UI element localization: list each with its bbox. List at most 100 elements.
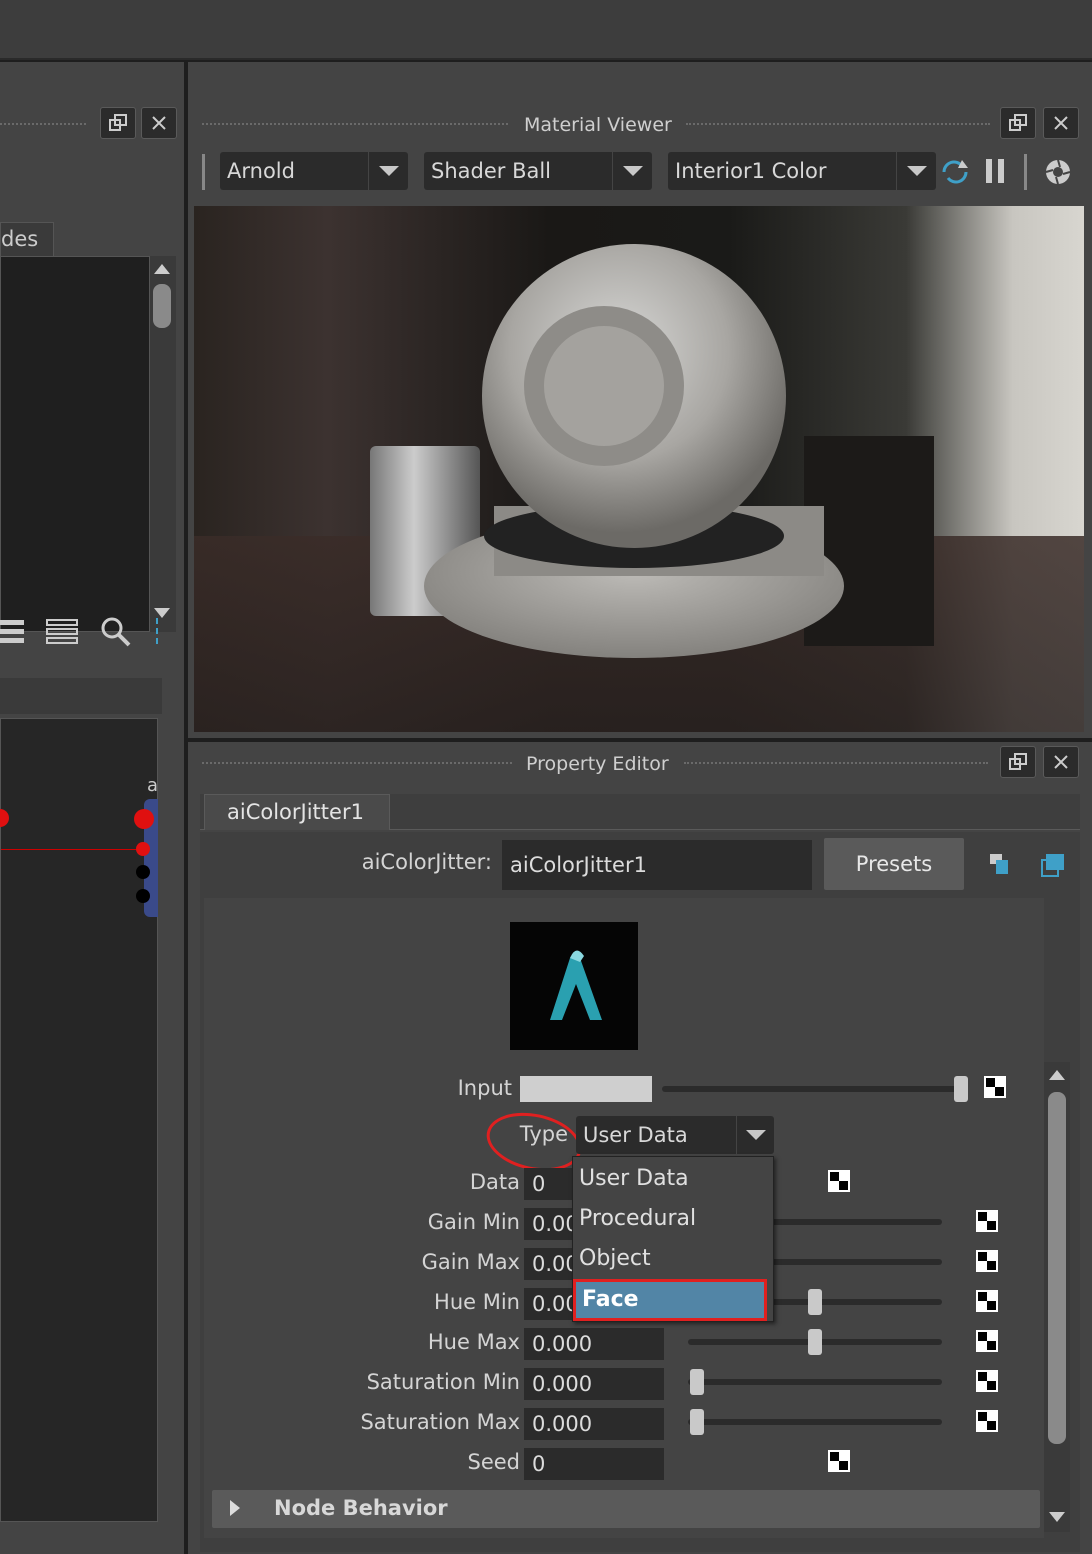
renderer-dropdown[interactable]: Arnold xyxy=(220,152,408,190)
node-behavior-section[interactable]: Node Behavior xyxy=(212,1490,1040,1528)
saturation-min-knob[interactable] xyxy=(690,1369,704,1395)
menu-item-procedural[interactable]: Procedural xyxy=(573,1199,773,1239)
menu-item-face[interactable]: Face xyxy=(573,1279,767,1321)
port-red[interactable] xyxy=(136,842,150,856)
close-button[interactable] xyxy=(141,107,177,139)
menu-item-user-data[interactable]: User Data xyxy=(573,1159,773,1199)
saturation-max-field[interactable]: 0.000 xyxy=(524,1408,664,1440)
detail-view-icon[interactable] xyxy=(46,618,78,646)
close-button[interactable] xyxy=(1043,107,1079,139)
input-label: Input xyxy=(457,1076,512,1100)
map-button-icon[interactable] xyxy=(828,1450,850,1472)
node-graph[interactable]: a xyxy=(0,718,158,1522)
map-button-icon[interactable] xyxy=(976,1330,998,1352)
saturation-min-slider[interactable] xyxy=(688,1379,942,1385)
input-slider-track[interactable] xyxy=(662,1086,962,1092)
presets-button[interactable]: Presets xyxy=(824,838,964,890)
pause-icon[interactable] xyxy=(984,158,1008,184)
map-button-icon[interactable] xyxy=(976,1210,998,1232)
arnold-logo xyxy=(510,922,638,1050)
aperture-icon[interactable] xyxy=(1044,158,1072,186)
scroll-down-icon[interactable] xyxy=(154,608,170,618)
scroll-up-icon[interactable] xyxy=(1049,1070,1065,1080)
float-button[interactable] xyxy=(1000,746,1036,778)
material-viewer-panel: Material Viewer Arnold Shader Ball Inter… xyxy=(188,62,1092,738)
map-button-icon[interactable] xyxy=(976,1290,998,1312)
arnold-logo-icon xyxy=(550,950,602,1020)
gain-max-label: Gain Max xyxy=(421,1250,520,1274)
map-button-icon[interactable] xyxy=(984,1076,1006,1098)
property-scrollbar[interactable] xyxy=(1044,1062,1070,1532)
close-icon xyxy=(152,116,166,130)
list-view-icon[interactable] xyxy=(0,618,24,646)
input-color-swatch[interactable] xyxy=(520,1076,652,1102)
hue-min-knob[interactable] xyxy=(808,1289,822,1315)
input-slider-knob[interactable] xyxy=(954,1076,968,1102)
environment-value: Interior1 Color xyxy=(675,159,827,183)
port-red[interactable] xyxy=(134,809,154,829)
map-button-icon[interactable] xyxy=(976,1370,998,1392)
close-button[interactable] xyxy=(1043,746,1079,778)
seed-field[interactable]: 0 xyxy=(524,1448,664,1480)
float-button[interactable] xyxy=(100,107,136,139)
saturation-min-field[interactable]: 0.000 xyxy=(524,1368,664,1400)
render-preview[interactable] xyxy=(194,206,1084,732)
grip xyxy=(202,762,512,764)
hue-max-label: Hue Max xyxy=(427,1330,520,1354)
hue-max-field[interactable]: 0.000 xyxy=(524,1328,664,1360)
tab-aicolorjitter1[interactable]: aiColorJitter1 xyxy=(204,794,390,830)
float-button[interactable] xyxy=(1000,107,1036,139)
saturation-max-label: Saturation Max xyxy=(360,1410,520,1434)
saturation-max-knob[interactable] xyxy=(690,1409,704,1435)
node-behavior-label: Node Behavior xyxy=(274,1496,448,1520)
material-viewer-title: Material Viewer xyxy=(524,114,672,136)
refresh-icon[interactable] xyxy=(940,158,970,186)
node-list[interactable] xyxy=(0,256,150,632)
search-icon[interactable] xyxy=(100,616,132,648)
environment-dropdown[interactable]: Interior1 Color xyxy=(668,152,936,190)
renderer-value: Arnold xyxy=(227,159,295,183)
map-button-icon[interactable] xyxy=(976,1410,998,1432)
close-icon xyxy=(1054,755,1068,769)
float-icon xyxy=(109,114,127,131)
port-black[interactable] xyxy=(136,889,150,903)
tab-nodes[interactable]: des xyxy=(0,222,54,256)
menu-item-object[interactable]: Object xyxy=(573,1239,773,1279)
hue-min-label: Hue Min xyxy=(434,1290,520,1314)
hue-max-knob[interactable] xyxy=(808,1329,822,1355)
grip xyxy=(202,123,508,125)
scroll-down-icon[interactable] xyxy=(1049,1512,1065,1522)
geometry-dropdown[interactable]: Shader Ball xyxy=(424,152,652,190)
float-icon xyxy=(1009,753,1027,770)
top-toolbar xyxy=(0,0,1092,60)
type-dropdown-menu: User Data Procedural Object Face xyxy=(572,1156,774,1322)
geometry-value: Shader Ball xyxy=(431,159,552,183)
list-scrollbar[interactable] xyxy=(150,256,176,632)
scroll-thumb[interactable] xyxy=(1048,1092,1066,1444)
expand-arrow-icon xyxy=(230,1500,240,1516)
show-hide-icon[interactable] xyxy=(1040,852,1066,878)
map-button-icon[interactable] xyxy=(976,1250,998,1272)
toolbar-grip xyxy=(202,154,205,190)
map-button-icon[interactable] xyxy=(828,1170,850,1192)
scroll-up-icon[interactable] xyxy=(154,264,170,274)
chevron-down-icon xyxy=(368,152,408,190)
frame-icon[interactable] xyxy=(156,618,166,644)
float-icon xyxy=(1009,114,1027,131)
scroll-thumb[interactable] xyxy=(153,284,171,328)
graph-tab-strip xyxy=(0,678,162,714)
chevron-down-icon xyxy=(896,152,936,190)
port-black[interactable] xyxy=(136,865,150,879)
presets-label: Presets xyxy=(855,852,933,876)
saturation-max-slider[interactable] xyxy=(688,1419,942,1425)
chevron-down-icon xyxy=(736,1116,774,1154)
data-label: Data xyxy=(469,1170,520,1194)
close-icon xyxy=(1054,116,1068,130)
grip xyxy=(684,762,988,764)
port-red[interactable] xyxy=(0,809,9,827)
left-panel: des a xyxy=(0,62,184,1554)
node-name-field[interactable]: aiColorJitter1 xyxy=(502,840,812,890)
type-dropdown[interactable]: User Data xyxy=(576,1116,774,1154)
copy-tab-icon[interactable] xyxy=(988,852,1012,878)
gain-min-label: Gain Min xyxy=(427,1210,520,1234)
